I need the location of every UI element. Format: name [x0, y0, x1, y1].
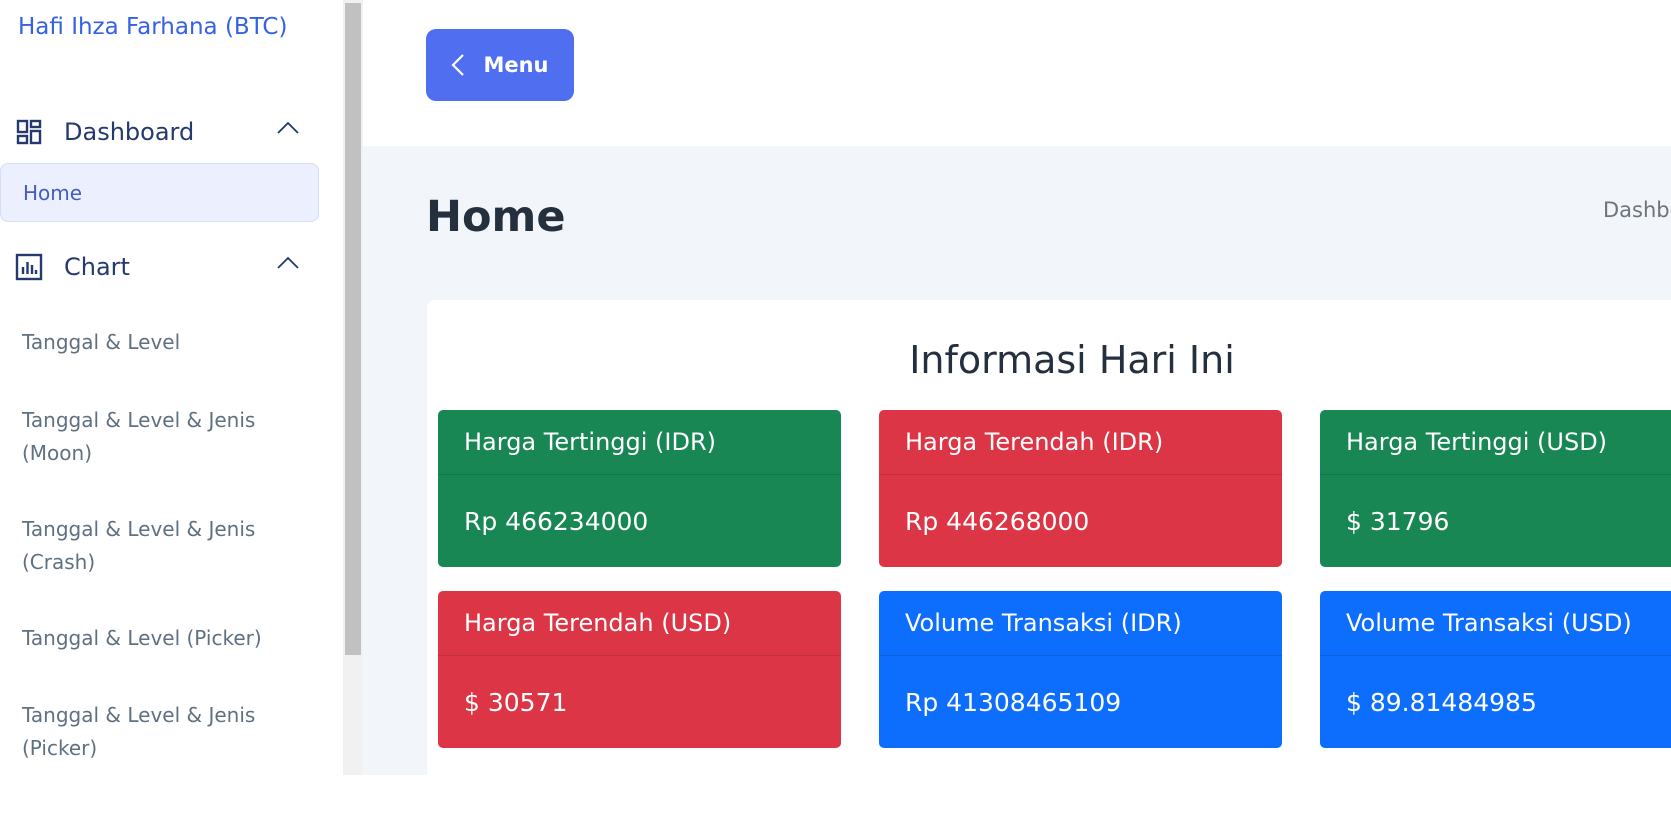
sidebar-scrollbar-thumb[interactable]: [345, 3, 361, 655]
brand-link[interactable]: Hafi Ihza Farhana (BTC): [18, 14, 287, 40]
dashboard-grid-icon: [14, 117, 44, 147]
topbar: Menu: [363, 0, 1671, 146]
info-box-label: Harga Tertinggi (IDR): [438, 410, 841, 475]
info-box-value: Rp 466234000: [464, 506, 649, 536]
sidebar-item-tanggal-level-picker[interactable]: Tanggal & Level (Picker): [0, 622, 318, 655]
info-box-value: $ 31796: [1346, 506, 1450, 536]
page-title: Home: [426, 192, 566, 242]
info-card: Informasi Hari Ini Harga Tertinggi (IDR)…: [427, 300, 1671, 820]
chevron-up-icon: [277, 120, 299, 139]
menu-button[interactable]: Menu: [426, 29, 574, 101]
info-box-lowest-usd: Harga Terendah (USD) $ 30571: [438, 591, 841, 748]
sidebar-section-dashboard[interactable]: Dashboard: [14, 112, 309, 152]
sidebar-section-label: Chart: [64, 253, 130, 281]
sidebar-item-label: Home: [23, 180, 83, 205]
info-box-value: $ 30571: [464, 687, 568, 717]
sidebar-item-tanggal-level[interactable]: Tanggal & Level: [0, 326, 318, 359]
info-box-lowest-idr: Harga Terendah (IDR) Rp 446268000: [879, 410, 1282, 567]
sidebar-section-label: Dashboard: [64, 118, 195, 146]
menu-button-label: Menu: [483, 53, 549, 77]
info-section-title: Informasi Hari Ini: [909, 338, 1235, 382]
sidebar: Hafi Ihza Farhana (BTC) Dashboard Home C…: [0, 0, 343, 775]
breadcrumb[interactable]: Dashboard: [1603, 198, 1671, 222]
info-box-label: Harga Terendah (USD): [438, 591, 841, 656]
sidebar-scroll-area: Hafi Ihza Farhana (BTC) Dashboard Home C…: [0, 0, 343, 775]
info-box-value: $ 89.81484985: [1346, 687, 1537, 717]
info-box-label: Volume Transaksi (IDR): [879, 591, 1282, 656]
main-content: Menu Home Dashboard Informasi Hari Ini H…: [363, 0, 1671, 820]
info-box-value: Rp 446268000: [905, 506, 1090, 536]
info-box-volume-idr: Volume Transaksi (IDR) Rp 41308465109: [879, 591, 1282, 748]
bar-chart-icon: [14, 252, 44, 282]
info-box-value: Rp 41308465109: [905, 687, 1122, 717]
sidebar-item-tanggal-level-jenis-picker[interactable]: Tanggal & Level & Jenis (Picker): [0, 699, 318, 765]
sidebar-item-tanggal-level-jenis-moon[interactable]: Tanggal & Level & Jenis (Moon): [0, 404, 318, 470]
sidebar-item-tanggal-level-jenis-crash[interactable]: Tanggal & Level & Jenis (Crash): [0, 513, 318, 579]
chevron-left-icon: [451, 53, 465, 77]
info-box-label: Harga Tertinggi (USD): [1320, 410, 1671, 475]
sidebar-section-chart[interactable]: Chart: [14, 247, 309, 287]
info-box-label: Volume Transaksi (USD): [1320, 591, 1671, 656]
info-box-label: Harga Terendah (IDR): [879, 410, 1282, 475]
info-box-volume-usd: Volume Transaksi (USD) $ 89.81484985: [1320, 591, 1671, 748]
chevron-up-icon: [277, 255, 299, 274]
info-box-highest-usd: Harga Tertinggi (USD) $ 31796: [1320, 410, 1671, 567]
sidebar-item-home[interactable]: Home: [0, 163, 319, 222]
info-box-highest-idr: Harga Tertinggi (IDR) Rp 466234000: [438, 410, 841, 567]
